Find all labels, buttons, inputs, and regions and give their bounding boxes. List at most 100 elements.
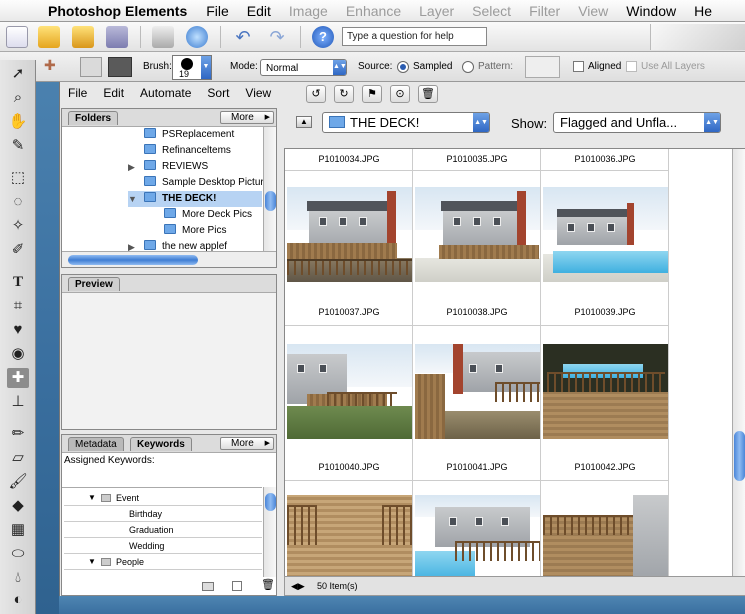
use-all-layers-checkbox[interactable] [626, 61, 637, 72]
sampled-radio[interactable] [397, 61, 409, 73]
photo-thumbnail[interactable] [287, 495, 412, 577]
triangle-down-icon[interactable]: ▼ [88, 490, 96, 506]
thumbnail-cell[interactable]: P1010035.JPG [413, 149, 541, 171]
photo-thumbnail[interactable] [415, 344, 540, 439]
thumbnail-cell[interactable]: P1010042.JPG [541, 326, 669, 481]
thumbnail-cell[interactable]: P1010037.JPG [285, 171, 413, 326]
thumbnail-cell[interactable]: P1010038.JPG [413, 171, 541, 326]
new-keyword-set-icon[interactable] [202, 582, 214, 591]
photo-thumbnail[interactable] [415, 187, 540, 282]
gradient-tool-icon[interactable]: ▦ [7, 520, 29, 540]
menu-help[interactable]: He [685, 3, 721, 19]
move-tool-icon[interactable]: ➚ [7, 64, 29, 84]
folder-item[interactable]: More Deck Pics [164, 207, 252, 223]
menu-filter[interactable]: Filter [520, 3, 569, 19]
brush-mode-icon[interactable] [108, 57, 132, 77]
tab-metadata[interactable]: Metadata [68, 437, 124, 451]
zoom-tool-icon[interactable]: ⌕ [7, 88, 29, 108]
keyword-item[interactable]: Graduation [64, 522, 262, 538]
menu-enhance[interactable]: Enhance [337, 3, 410, 19]
eyedropper-tool-icon[interactable]: ✎ [7, 136, 29, 156]
folder-item[interactable]: Refinanceltems [144, 143, 231, 159]
photo-thumbnail[interactable] [287, 344, 412, 439]
pattern-picker[interactable] [525, 56, 560, 78]
mode-select[interactable]: Normal ▲▼ [260, 59, 347, 76]
scrollbar-thumb[interactable] [265, 191, 276, 211]
tab-keywords[interactable]: Keywords [130, 437, 192, 451]
trash-icon[interactable]: 🗑︎ [261, 578, 275, 591]
type-tool-icon[interactable]: T [7, 272, 29, 292]
rotate-right-icon[interactable]: ↻ [334, 85, 354, 103]
photo-thumbnail[interactable] [543, 344, 668, 439]
red-eye-tool-icon[interactable]: ◉ [7, 344, 29, 364]
keyword-group[interactable]: ▼ People [64, 554, 262, 570]
lasso-tool-icon[interactable]: ◌ [7, 192, 29, 212]
photo-thumbnail[interactable] [543, 187, 668, 282]
brush-picker[interactable]: 19 ▼ [172, 55, 212, 80]
paint-bucket-tool-icon[interactable]: ◆ [7, 496, 29, 516]
thumbnail-cell[interactable]: P1010041.JPG [413, 326, 541, 481]
menu-layer[interactable]: Layer [410, 3, 463, 19]
thumbnail-cell[interactable]: P1010039.JPG [541, 171, 669, 326]
flag-icon[interactable]: ⚑ [362, 85, 382, 103]
menu-select[interactable]: Select [463, 3, 520, 19]
magic-wand-tool-icon[interactable]: ✧ [7, 216, 29, 236]
cookie-cutter-tool-icon[interactable]: ♥ [7, 320, 29, 340]
palette-well[interactable] [650, 24, 745, 50]
brush-tool-icon[interactable]: 🖌︎ [7, 472, 29, 492]
pattern-radio[interactable] [462, 61, 474, 73]
folders-more-button[interactable]: More [220, 111, 274, 124]
keyword-item[interactable]: Birthday [64, 506, 262, 522]
show-filter-select[interactable]: Flagged and Unfla... ▲▼ [553, 112, 721, 133]
save-icon[interactable] [106, 26, 128, 48]
up-folder-icon[interactable]: ▲ [296, 116, 312, 128]
triangle-down-icon[interactable]: ▼ [128, 191, 137, 207]
new-file-icon[interactable] [6, 26, 28, 48]
shape-tool-icon[interactable]: ⬭ [7, 544, 29, 564]
fb-menu-view[interactable]: View [237, 86, 279, 100]
thumbnail-cell[interactable] [541, 481, 669, 577]
photo-thumbnail[interactable] [287, 187, 412, 282]
undo-icon[interactable]: ↶ [232, 26, 254, 48]
photo-thumbnail[interactable] [543, 495, 668, 577]
brush-preset-icon[interactable] [80, 57, 102, 77]
web-icon[interactable] [186, 26, 208, 48]
tab-preview[interactable]: Preview [68, 277, 120, 291]
keywords-more-button[interactable]: More [220, 437, 274, 450]
folder-item[interactable]: Sample Desktop Pictur [144, 175, 264, 191]
toggle-panels-icon[interactable]: ◀▶ [291, 577, 305, 595]
menu-edit[interactable]: Edit [238, 3, 280, 19]
thumbnails-scrollbar[interactable] [732, 149, 745, 577]
menu-file[interactable]: File [197, 3, 238, 19]
menu-window[interactable]: Window [617, 3, 685, 19]
fb-menu-edit[interactable]: Edit [95, 86, 132, 100]
folders-hscrollbar[interactable] [62, 251, 276, 267]
app-menu[interactable]: Photoshop Elements [38, 3, 197, 19]
folder-item[interactable]: ▶ REVIEWS [128, 159, 208, 175]
location-select[interactable]: THE DECK! ▲▼ [322, 112, 490, 133]
selection-brush-tool-icon[interactable]: ✐ [7, 240, 29, 260]
folder-item[interactable]: PSReplacement [144, 127, 234, 143]
sponge-tool-icon[interactable]: ◐ [7, 590, 29, 610]
scrollbar-thumb[interactable] [734, 431, 745, 481]
marquee-tool-icon[interactable]: ⬚ [7, 168, 29, 188]
keyword-group[interactable]: ▼ Event [64, 490, 262, 506]
open-folder-icon[interactable] [38, 26, 60, 48]
photo-thumbnail[interactable] [415, 495, 540, 577]
clone-stamp-tool-icon[interactable]: ⊥ [7, 392, 29, 412]
tab-folders[interactable]: Folders [68, 111, 119, 125]
keyword-item[interactable]: Wedding [64, 538, 262, 554]
fb-menu-automate[interactable]: Automate [132, 86, 199, 100]
rotate-left-icon[interactable]: ↺ [306, 85, 326, 103]
redo-icon[interactable]: ↷ [266, 26, 288, 48]
thumbnail-cell[interactable] [413, 481, 541, 577]
pencil-tool-icon[interactable]: ✏ [7, 424, 29, 444]
triangle-down-icon[interactable]: ▼ [88, 554, 96, 570]
search-icon[interactable]: ⊙ [390, 85, 410, 103]
thumbnail-cell[interactable] [285, 481, 413, 577]
hand-tool-icon[interactable]: ✋ [7, 112, 29, 132]
blur-tool-icon[interactable]: 💧︎ [7, 568, 29, 588]
crop-tool-icon[interactable]: ⌗ [7, 296, 29, 316]
healing-brush-tool-icon[interactable]: ✚ [7, 368, 29, 388]
triangle-right-icon[interactable]: ▶ [128, 159, 135, 175]
